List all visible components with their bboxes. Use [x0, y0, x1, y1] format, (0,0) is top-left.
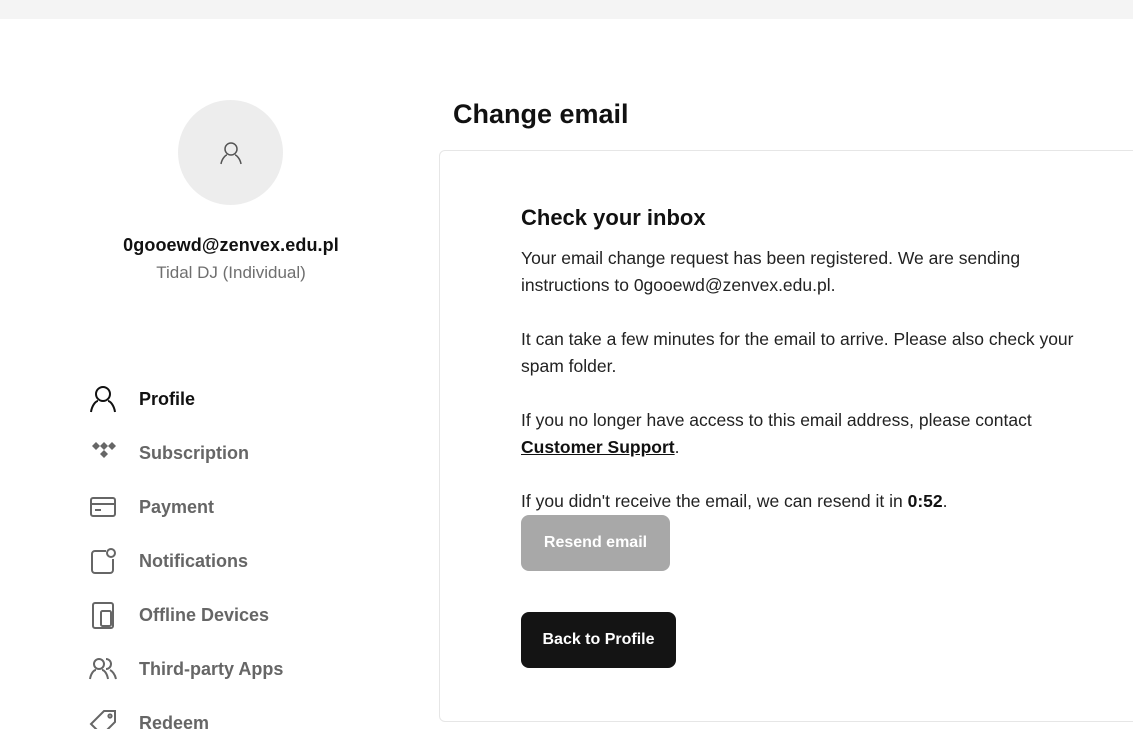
info-paragraph-support: If you no longer have access to this ema… — [521, 407, 1111, 461]
sidebar-item-offline-devices[interactable]: Offline Devices — [86, 588, 386, 642]
user-plan: Tidal DJ (Individual) — [156, 263, 306, 282]
customer-support-link[interactable]: Customer Support — [521, 437, 675, 457]
resend-text: If you didn't receive the email, we can … — [521, 491, 908, 511]
back-to-profile-button[interactable]: Back to Profile — [521, 612, 676, 668]
sidebar-item-label: Notifications — [139, 550, 249, 571]
info-paragraph-wait: It can take a few minutes for the email … — [521, 329, 1074, 376]
avatar — [178, 100, 283, 205]
notification-icon — [86, 544, 120, 578]
sidebar-item-third-party-apps[interactable]: Third-party Apps — [86, 642, 386, 696]
resend-email-button[interactable]: Resend email — [521, 515, 670, 571]
sidebar-item-notifications[interactable]: Notifications — [86, 534, 386, 588]
sidebar-item-profile[interactable]: Profile — [86, 372, 386, 426]
page-title: Change email — [453, 99, 629, 129]
sidebar-item-subscription[interactable]: Subscription — [86, 426, 386, 480]
tidal-logo-icon — [86, 436, 120, 470]
sidebar-item-label: Redeem — [139, 712, 210, 729]
sidebar-item-redeem[interactable]: Redeem — [86, 696, 386, 729]
users-icon — [86, 652, 120, 686]
devices-icon — [86, 598, 120, 632]
credit-card-icon — [86, 490, 120, 524]
sidebar-item-label: Subscription — [139, 442, 250, 463]
tag-icon — [86, 706, 120, 729]
avatar-user-icon — [219, 141, 242, 164]
info-paragraph-registered: Your email change request has been regis… — [521, 248, 1021, 295]
sidebar-item-label: Profile — [139, 388, 196, 409]
resend-timer: 0:52 — [907, 491, 943, 511]
browser-top-strip — [0, 0, 1133, 19]
support-text: If you no longer have access to this ema… — [521, 410, 1032, 430]
info-paragraph-resend: If you didn't receive the email, we can … — [521, 488, 1111, 515]
support-suffix: . — [674, 437, 680, 457]
sidebar-item-payment[interactable]: Payment — [86, 480, 386, 534]
sidebar-item-label: Third-party Apps — [139, 658, 284, 679]
sidebar-nav: Profile Subscription Payment Notificatio… — [86, 372, 386, 729]
sidebar-item-label: Offline Devices — [139, 604, 270, 625]
user-email: 0gooewd@zenvex.edu.pl — [123, 235, 339, 255]
card-heading: Check your inbox — [521, 205, 706, 230]
user-icon — [86, 382, 120, 416]
sidebar-item-label: Payment — [139, 496, 215, 517]
resend-suffix: . — [942, 491, 948, 511]
